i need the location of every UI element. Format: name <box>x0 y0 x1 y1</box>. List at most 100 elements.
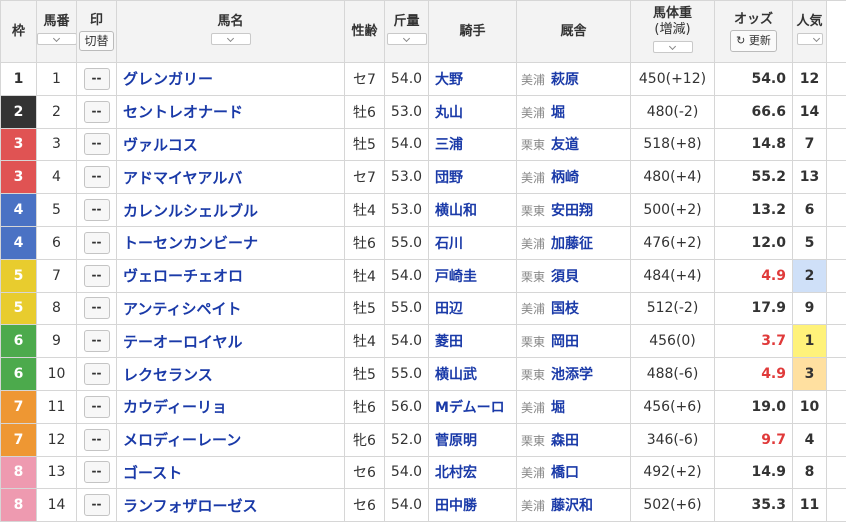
jockey-link[interactable]: 菅原明 <box>428 422 517 457</box>
mark-select-button[interactable]: -- <box>83 461 110 484</box>
sort-weight-button[interactable] <box>386 32 427 45</box>
jockey-link[interactable]: 田辺 <box>428 291 517 326</box>
table-row: 8 13 -- ゴースト セ6 54.0 北村宏 美浦 橋口 492(+2) 14… <box>0 455 846 490</box>
popularity-rank: 5 <box>792 225 827 260</box>
horse-name-link[interactable]: レクセランス <box>116 357 345 391</box>
header-pop[interactable]: 人気 <box>792 0 827 63</box>
horse-name-link[interactable]: メロディーレーン <box>116 422 345 457</box>
sex-age: 牡5 <box>344 291 385 326</box>
sort-name-button[interactable] <box>210 32 251 45</box>
mark-select-button[interactable]: -- <box>83 199 110 222</box>
jockey-link[interactable]: 丸山 <box>428 94 517 129</box>
popularity-rank: 10 <box>792 389 827 424</box>
trainer-link[interactable]: 須貝 <box>551 269 579 285</box>
frame-number: 4 <box>0 225 37 260</box>
jockey-link[interactable]: 田中勝 <box>428 488 517 523</box>
trainer-link[interactable]: 安田翔 <box>551 203 593 219</box>
mark-toggle-button[interactable]: 切替 <box>79 30 114 51</box>
trainer-link[interactable]: 萩原 <box>551 72 579 88</box>
mark-select-button[interactable]: -- <box>83 395 110 418</box>
trainer-link[interactable]: 岡田 <box>551 334 579 350</box>
horse-name-link[interactable]: ヴァルコス <box>116 127 345 162</box>
odds-value: 19.0 <box>714 389 793 424</box>
jockey-link[interactable]: 三浦 <box>428 127 517 162</box>
trainer-link[interactable]: 加藤征 <box>551 236 593 252</box>
jockey-link[interactable]: 横山武 <box>428 357 517 391</box>
mark-select-button[interactable]: -- <box>83 297 110 320</box>
row-gutter <box>826 291 846 326</box>
horse-name-link[interactable]: テーオーロイヤル <box>116 324 345 359</box>
mark-cell: -- <box>76 62 117 96</box>
horse-name-link[interactable]: グレンガリー <box>116 62 345 96</box>
sex-age: セ6 <box>344 455 385 490</box>
jockey-link[interactable]: 戸崎圭 <box>428 258 517 293</box>
header-row: 枠 馬番 印 切替 馬名 性齢 斤量 騎手 厩舎 馬体重 (増減) オッズ ↻ … <box>0 0 846 63</box>
jockey-link[interactable]: 石川 <box>428 225 517 260</box>
horse-name-link[interactable]: ヴェローチェオロ <box>116 258 345 293</box>
trainer-link[interactable]: 堀 <box>551 105 565 121</box>
odds-value: 14.9 <box>714 455 793 490</box>
sort-body-button[interactable] <box>652 40 693 53</box>
horse-name-link[interactable]: トーセンカンビーナ <box>116 225 345 260</box>
sex-age: セ7 <box>344 62 385 96</box>
mark-select-button[interactable]: -- <box>83 264 110 287</box>
header-name[interactable]: 馬名 <box>116 0 345 63</box>
carried-weight: 54.0 <box>384 455 429 490</box>
sort-num-button[interactable] <box>37 32 76 45</box>
trainer-link[interactable]: 国枝 <box>551 301 579 317</box>
odds-value: 9.7 <box>714 422 793 457</box>
header-body[interactable]: 馬体重 (増減) <box>630 0 715 63</box>
horse-name-link[interactable]: カレンルシェルブル <box>116 193 345 227</box>
horse-name-link[interactable]: カウディーリョ <box>116 389 345 424</box>
carried-weight: 54.0 <box>384 127 429 162</box>
jockey-link[interactable]: 菱田 <box>428 324 517 359</box>
mark-select-button[interactable]: -- <box>83 494 110 517</box>
jockey-link[interactable]: 北村宏 <box>428 455 517 490</box>
sex-age: 牡6 <box>344 389 385 424</box>
horse-weight: 456(+6) <box>630 389 715 424</box>
odds-value: 66.6 <box>714 94 793 129</box>
trainer-link[interactable]: 堀 <box>551 400 565 416</box>
header-num[interactable]: 馬番 <box>36 0 77 63</box>
jockey-link[interactable]: Mデムーロ <box>428 389 517 424</box>
stable-cell: 美浦 橋口 <box>516 455 631 490</box>
mark-select-button[interactable]: -- <box>83 166 110 189</box>
trainer-link[interactable]: 柄崎 <box>551 170 579 186</box>
jockey-link[interactable]: 団野 <box>428 160 517 195</box>
mark-select-button[interactable]: -- <box>83 67 110 90</box>
horse-name-link[interactable]: アンティシペイト <box>116 291 345 326</box>
trainer-link[interactable]: 藤沢和 <box>551 498 593 514</box>
horse-name-link[interactable]: ゴースト <box>116 455 345 490</box>
horse-weight: 502(+6) <box>630 488 715 523</box>
refresh-icon: ↻ <box>736 33 746 47</box>
header-weight[interactable]: 斤量 <box>384 0 429 63</box>
horse-number: 5 <box>36 193 77 227</box>
mark-select-button[interactable]: -- <box>83 133 110 156</box>
mark-cell: -- <box>76 225 117 260</box>
jockey-link[interactable]: 大野 <box>428 62 517 96</box>
jockey-link[interactable]: 横山和 <box>428 193 517 227</box>
trainer-link[interactable]: 森田 <box>551 433 579 449</box>
table-row: 3 3 -- ヴァルコス 牡5 54.0 三浦 栗東 友道 518(+8) 14.… <box>0 127 846 162</box>
horse-name-link[interactable]: セントレオナード <box>116 94 345 129</box>
row-gutter <box>826 455 846 490</box>
frame-number: 3 <box>0 160 37 195</box>
odds-value: 35.3 <box>714 488 793 523</box>
horse-name-link[interactable]: アドマイヤアルバ <box>116 160 345 195</box>
trainer-link[interactable]: 池添学 <box>551 367 593 383</box>
frame-number: 8 <box>0 488 37 523</box>
mark-select-button[interactable]: -- <box>83 330 110 353</box>
mark-select-button[interactable]: -- <box>83 100 110 123</box>
trainer-link[interactable]: 友道 <box>551 137 579 153</box>
mark-select-button[interactable]: -- <box>83 428 110 451</box>
carried-weight: 55.0 <box>384 225 429 260</box>
sort-pop-button[interactable] <box>796 32 823 45</box>
mark-cell: -- <box>76 488 117 523</box>
horse-name-link[interactable]: ランフォザローゼス <box>116 488 345 523</box>
trainer-link[interactable]: 橋口 <box>551 465 579 481</box>
mark-select-button[interactable]: -- <box>83 363 110 386</box>
table-row: 4 5 -- カレンルシェルブル 牡4 53.0 横山和 栗東 安田翔 500(+… <box>0 193 846 227</box>
mark-select-button[interactable]: -- <box>83 231 110 254</box>
odds-value: 13.2 <box>714 193 793 227</box>
refresh-odds-button[interactable]: ↻ 更新 <box>730 29 777 52</box>
